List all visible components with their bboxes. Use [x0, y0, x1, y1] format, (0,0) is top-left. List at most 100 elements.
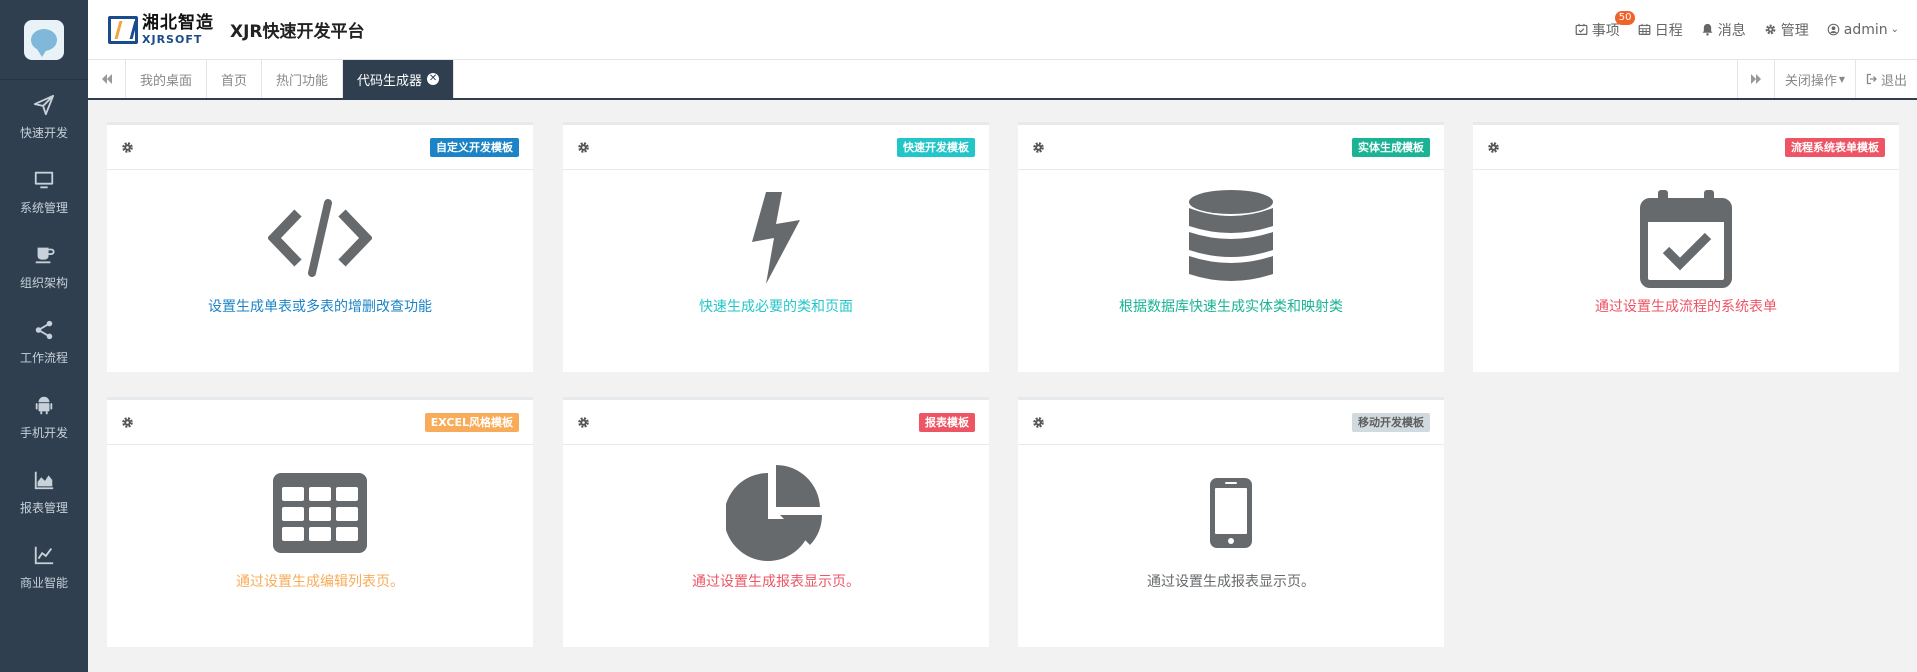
- brand-logo: 湘北智造 XJRSOFT: [108, 14, 214, 46]
- header-tasks-label: 事项: [1591, 22, 1620, 39]
- tasks-badge: 50: [1614, 10, 1636, 25]
- line-chart-icon: [34, 546, 54, 565]
- brand-name-en: XJRSOFT: [142, 32, 203, 46]
- close-icon[interactable]: ✕: [427, 73, 440, 85]
- template-description: 快速生成必要的类和页面: [699, 299, 853, 315]
- template-description: 通过设置生成流程的系统表单: [1595, 299, 1777, 315]
- close-ops-label: 关闭操作: [1784, 73, 1837, 89]
- template-card-link[interactable]: 通过设置生成报表显示页。: [1018, 445, 1444, 591]
- template-card-link[interactable]: 通过设置生成报表显示页。: [563, 445, 989, 591]
- template-card-report: 报表模板 通过设置生成报表显示页。: [563, 397, 989, 647]
- template-card-link[interactable]: 通过设置生成流程的系统表单: [1473, 170, 1899, 316]
- user-name: admin: [1843, 21, 1888, 38]
- template-tag: 快速开发模板: [897, 137, 975, 157]
- template-description: 通过设置生成报表显示页。: [1147, 574, 1315, 590]
- tab-hot-features[interactable]: 热门功能: [262, 60, 344, 98]
- calendar-check-icon: [1575, 23, 1588, 35]
- coffee-icon: [35, 247, 55, 264]
- area-chart-icon: [34, 471, 54, 490]
- header-admin-settings[interactable]: 管理: [1764, 20, 1809, 40]
- sidebar-item-label: 系统管理: [19, 201, 68, 215]
- template-tag: 报表模板: [919, 412, 975, 432]
- user-icon: [1827, 23, 1840, 36]
- sidebar-item-label: 商业智能: [19, 576, 68, 590]
- header-schedule-label: 日程: [1654, 22, 1683, 39]
- template-card-mobile: 移动开发模板 通过设置生成报表显示页。: [1018, 397, 1444, 647]
- chevron-down-icon: ⌄: [1890, 24, 1899, 35]
- tab-label: 首页: [221, 73, 248, 89]
- gear-icon[interactable]: [1032, 141, 1045, 154]
- template-card-link[interactable]: 通过设置生成编辑列表页。: [107, 445, 533, 591]
- gear-icon: [1765, 24, 1776, 35]
- sidebar-item-mobile[interactable]: 手机开发: [0, 380, 88, 455]
- tab-code-generator[interactable]: 代码生成器 ✕: [343, 60, 455, 98]
- tab-home[interactable]: 首页: [207, 60, 263, 98]
- tab-label: 热门功能: [276, 73, 329, 89]
- user-menu[interactable]: admin ⌄: [1827, 22, 1899, 38]
- code-icon: [268, 199, 372, 277]
- header-tasks[interactable]: 事项 50: [1575, 10, 1636, 40]
- header-admin-settings-label: 管理: [1780, 22, 1809, 39]
- template-description: 根据数据库快速生成实体类和映射类: [1119, 299, 1343, 315]
- forward-icon: [1750, 74, 1761, 84]
- calendar-icon: [1638, 23, 1651, 35]
- template-description: 通过设置生成编辑列表页。: [236, 574, 404, 590]
- tab-label: 代码生成器: [357, 73, 423, 89]
- sidebar-item-label: 组织架构: [19, 276, 68, 290]
- template-card-workflow-form: 流程系统表单模板 通过设置生成流程的系统表单: [1473, 122, 1899, 372]
- app-title: XJR快速开发平台: [230, 22, 365, 42]
- gear-icon[interactable]: [1032, 416, 1045, 429]
- logout-label: 退出: [1880, 73, 1907, 89]
- sidebar-item-label: 快速开发: [19, 126, 68, 140]
- tab-desktop[interactable]: 我的桌面: [126, 60, 208, 98]
- template-tag: EXCEL风格模板: [424, 412, 519, 432]
- gear-icon[interactable]: [1487, 141, 1500, 154]
- gear-icon[interactable]: [577, 141, 590, 154]
- template-card-excel: EXCEL风格模板 通过设置生成编辑列表页。: [107, 397, 533, 647]
- table-icon: [273, 473, 367, 553]
- sidebar-logo[interactable]: [0, 0, 88, 80]
- template-card-link[interactable]: 快速生成必要的类和页面: [563, 170, 989, 316]
- brand-mark-icon: [108, 15, 138, 44]
- template-tag: 实体生成模板: [1352, 137, 1430, 157]
- share-icon: [35, 320, 53, 340]
- top-header: 湘北智造 XJRSOFT XJR快速开发平台 事项 50 日程 消息 管理 ad…: [88, 0, 1917, 59]
- template-card-custom: 自定义开发模板 设置生成单表或多表的增删改查功能: [107, 122, 533, 372]
- tab-bar: 我的桌面 首页 热门功能 代码生成器 ✕ 关闭操作 ▼ 退出: [88, 59, 1917, 100]
- template-tag: 流程系统表单模板: [1785, 137, 1885, 157]
- sidebar-item-org[interactable]: 组织架构: [0, 230, 88, 305]
- sidebar-item-label: 手机开发: [19, 426, 68, 440]
- pie-chart-icon: [726, 465, 822, 561]
- brand[interactable]: 湘北智造 XJRSOFT XJR快速开发平台: [108, 14, 365, 46]
- sidebar-item-workflow[interactable]: 工作流程: [0, 305, 88, 380]
- template-tag: 自定义开发模板: [430, 137, 519, 157]
- sidebar-item-reports[interactable]: 报表管理: [0, 455, 88, 530]
- template-card-quick: 快速开发模板 快速生成必要的类和页面: [563, 122, 989, 372]
- header-schedule[interactable]: 日程: [1638, 20, 1683, 40]
- sidebar-item-system[interactable]: 系统管理: [0, 155, 88, 230]
- gear-icon[interactable]: [577, 416, 590, 429]
- calendar-check-icon: [1640, 190, 1732, 288]
- caret-down-icon: ▼: [1838, 74, 1845, 84]
- template-card-link[interactable]: 设置生成单表或多表的增删改查功能: [107, 170, 533, 316]
- gear-icon[interactable]: [121, 141, 134, 154]
- sidebar-item-quick-dev[interactable]: 快速开发: [0, 80, 88, 155]
- logout-button[interactable]: 退出: [1856, 60, 1917, 98]
- sidebar: 快速开发 系统管理 组织架构 工作流程 手机开发 报表管理 商业智能: [0, 0, 88, 672]
- tab-label: 我的桌面: [140, 73, 193, 89]
- tab-scroll-right[interactable]: [1736, 60, 1775, 98]
- sign-out-icon: [1866, 73, 1877, 85]
- template-tag: 移动开发模板: [1352, 412, 1430, 432]
- header-messages-label: 消息: [1717, 22, 1746, 39]
- backward-icon: [101, 74, 112, 84]
- template-card-link[interactable]: 根据数据库快速生成实体类和映射类: [1018, 170, 1444, 316]
- tab-scroll-left[interactable]: [88, 60, 126, 98]
- gear-icon[interactable]: [121, 416, 134, 429]
- sidebar-item-bi[interactable]: 商业智能: [0, 530, 88, 605]
- sidebar-item-label: 工作流程: [19, 351, 68, 365]
- database-icon: [1189, 190, 1273, 281]
- header-messages[interactable]: 消息: [1701, 20, 1746, 40]
- close-operations-dropdown[interactable]: 关闭操作 ▼: [1775, 60, 1856, 98]
- template-card-entity: 实体生成模板 根据数据库快速生成实体类和映射类: [1018, 122, 1444, 372]
- bolt-icon: [752, 192, 800, 284]
